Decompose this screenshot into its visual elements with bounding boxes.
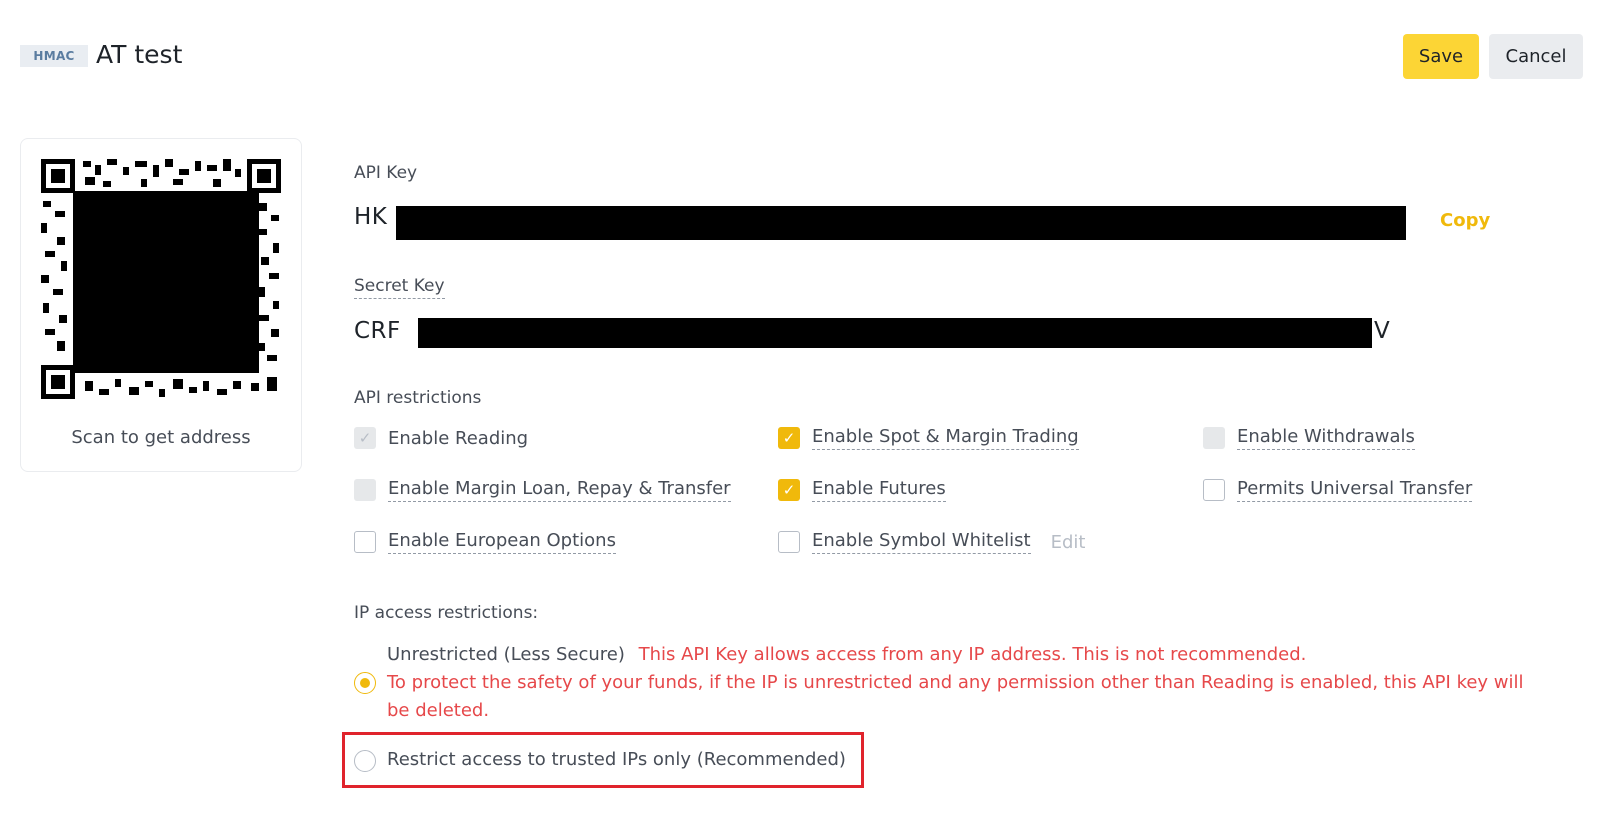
edit-whitelist-link[interactable]: Edit (1051, 532, 1086, 553)
permission-enable-spot-margin-trading[interactable]: ✓ Enable Spot & Margin Trading (778, 425, 1079, 451)
ip-restrictions-label: IP access restrictions: (354, 603, 539, 623)
qr-card: Scan to get address (20, 138, 302, 472)
secret-key-suffix: V (1374, 318, 1391, 344)
unrestricted-label: Unrestricted (Less Secure) (387, 644, 625, 665)
cancel-button[interactable]: Cancel (1489, 34, 1583, 79)
api-key-prefix: HK (354, 204, 388, 230)
checkbox-unchecked[interactable] (778, 531, 800, 553)
checkbox-checked[interactable]: ✓ (778, 427, 800, 449)
restricted-option-label[interactable]: Restrict access to trusted IPs only (Rec… (387, 746, 846, 774)
checkbox-checked-disabled: ✓ (354, 427, 376, 449)
radio-unrestricted[interactable] (354, 672, 376, 694)
hmac-badge: HMAC (20, 45, 88, 67)
qr-caption: Scan to get address (71, 427, 251, 448)
permission-enable-withdrawals: Enable Withdrawals (1203, 425, 1415, 451)
permission-label: Permits Universal Transfer (1237, 478, 1473, 502)
api-key-value: HK (354, 204, 387, 230)
checkbox-unchecked[interactable] (354, 531, 376, 553)
permission-label: Enable Reading (388, 427, 529, 449)
checkbox-unchecked[interactable] (1203, 479, 1225, 501)
permission-label: Enable Symbol Whitelist (812, 530, 1031, 554)
checkbox-checked[interactable]: ✓ (778, 479, 800, 501)
secret-key-value: CRF (354, 318, 401, 344)
save-button[interactable]: Save (1403, 34, 1479, 79)
permission-label: Enable European Options (388, 530, 616, 554)
api-restrictions-label: API restrictions (354, 388, 482, 408)
unrestricted-warning-detail: To protect the safety of your funds, if … (387, 672, 1524, 721)
permission-label: Enable Futures (812, 478, 946, 502)
permission-enable-margin-loan: Enable Margin Loan, Repay & Transfer (354, 477, 731, 503)
permission-enable-futures[interactable]: ✓ Enable Futures (778, 477, 946, 503)
qr-code (37, 155, 285, 403)
radio-restricted[interactable] (354, 750, 376, 772)
checkbox-disabled (1203, 427, 1225, 449)
checkbox-disabled (354, 479, 376, 501)
unrestricted-warning: This API Key allows access from any IP a… (638, 644, 1307, 665)
api-key-redaction (396, 206, 1406, 240)
permission-label: Enable Withdrawals (1237, 426, 1415, 450)
permission-label: Enable Spot & Margin Trading (812, 426, 1079, 450)
secret-key-prefix: CRF (354, 318, 401, 344)
secret-key-redaction (418, 318, 1372, 348)
permission-universal-transfer[interactable]: Permits Universal Transfer (1203, 477, 1473, 503)
page-title: AT test (96, 40, 183, 69)
permission-symbol-whitelist[interactable]: Enable Symbol Whitelist Edit (778, 529, 1085, 555)
unrestricted-option: Unrestricted (Less Secure) This API Key … (387, 641, 1547, 725)
copy-api-key-button[interactable]: Copy (1440, 210, 1490, 231)
permission-enable-reading: ✓ Enable Reading (354, 425, 528, 451)
permission-european-options[interactable]: Enable European Options (354, 529, 616, 555)
api-key-label: API Key (354, 163, 418, 183)
secret-key-label[interactable]: Secret Key (354, 276, 445, 299)
permission-label: Enable Margin Loan, Repay & Transfer (388, 478, 731, 502)
